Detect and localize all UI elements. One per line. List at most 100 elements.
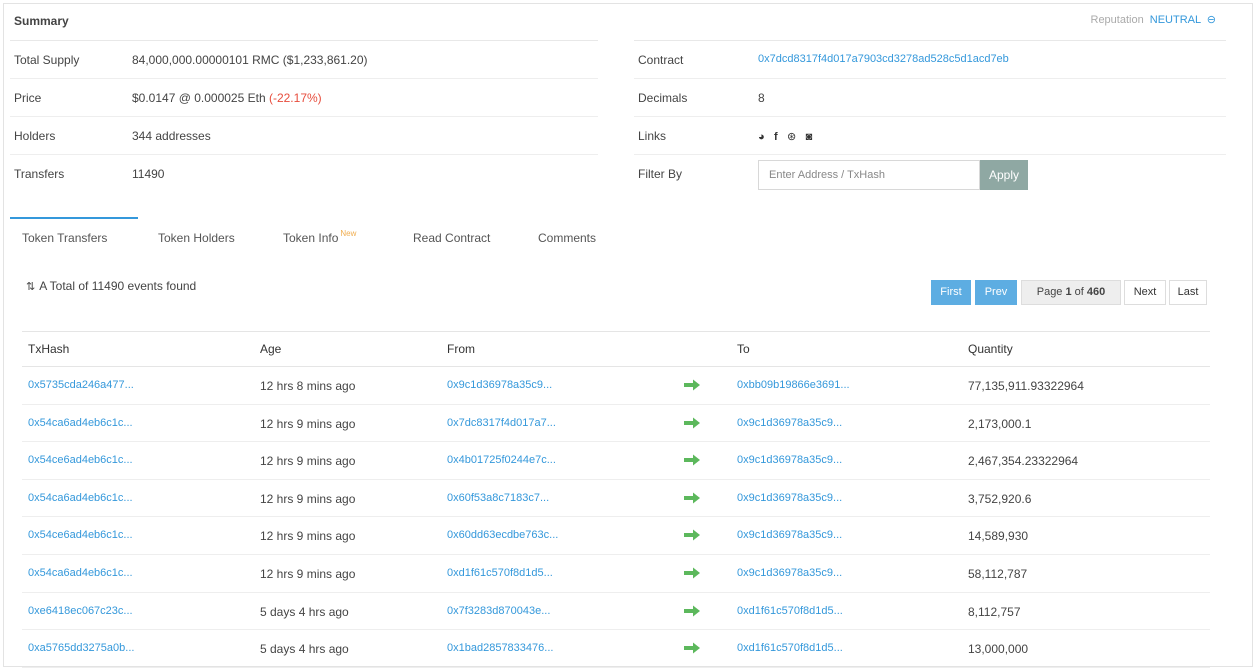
tab-token-info[interactable]: Token Info New [283, 229, 357, 245]
links-row: Links ◕ f ⊛ ◙ [634, 117, 1226, 155]
txhash-link[interactable]: 0xe6418ec067c23c... [28, 605, 133, 617]
to-address-link[interactable]: 0x9c1d36978a35c9... [737, 492, 842, 504]
to-address-link[interactable]: 0xbb09b19866e3691... [737, 379, 850, 391]
total-supply-label: Total Supply [14, 53, 80, 67]
next-page-button[interactable]: Next [1124, 280, 1166, 305]
age-cell: 12 hrs 8 mins ago [260, 379, 356, 393]
to-address-link[interactable]: 0xd1f61c570f8d1d5... [737, 605, 843, 617]
reputation-value[interactable]: NEUTRAL [1150, 14, 1201, 26]
price-label: Price [14, 91, 42, 105]
age-cell: 12 hrs 9 mins ago [260, 454, 356, 469]
table-row: 0x5735cda246a477... 12 hrs 8 mins ago 0x… [22, 367, 1210, 405]
to-address-link[interactable]: 0x9c1d36978a35c9... [737, 417, 842, 429]
facebook-icon[interactable]: f [774, 131, 778, 143]
tab-token-transfers[interactable]: Token Transfers [22, 231, 107, 245]
arrow-right-icon [684, 605, 700, 617]
decimals-label: Decimals [638, 91, 688, 105]
links-icons: ◕ f ⊛ ◙ [758, 129, 818, 143]
from-address-link[interactable]: 0x9c1d36978a35c9... [447, 379, 552, 391]
new-badge: New [340, 229, 357, 238]
summary-left-panel: Total Supply 84,000,000.00000101 RMC ($1… [10, 41, 598, 193]
table-row: 0x54ce6ad4eb6c1c... 12 hrs 9 mins ago 0x… [22, 442, 1210, 480]
tab-read-contract[interactable]: Read Contract [413, 231, 490, 245]
first-page-button[interactable]: First [931, 280, 971, 305]
table-row: 0xe6418ec067c23c... 5 days 4 hrs ago 0x7… [22, 593, 1210, 631]
contract-address-link[interactable]: 0x7dcd8317f4d017a7903cd3278ad528c5d1acd7… [758, 53, 1009, 65]
age-cell: 5 days 4 hrs ago [260, 642, 349, 657]
from-address-link[interactable]: 0x7f3283d870043e... [447, 605, 550, 617]
quantity-cell: 14,589,930 [968, 529, 1029, 544]
from-address-link[interactable]: 0x60dd63ecdbe763c... [447, 529, 558, 541]
age-cell: 12 hrs 9 mins ago [260, 491, 356, 506]
reputation: Reputation NEUTRAL ⊖ [1091, 13, 1217, 26]
quantity-cell: 2,467,354.23322964 [968, 454, 1079, 469]
to-address-link[interactable]: 0x9c1d36978a35c9... [737, 454, 842, 466]
to-address-link[interactable]: 0xd1f61c570f8d1d5... [737, 642, 843, 654]
transfers-label: Transfers [14, 167, 65, 181]
holders-value: 344 addresses [132, 129, 211, 143]
holders-row: Holders 344 addresses [10, 117, 598, 155]
from-address-link[interactable]: 0x7dc8317f4d017a7... [447, 417, 556, 429]
from-address-link[interactable]: 0x4b01725f0244e7c... [447, 454, 556, 466]
age-cell: 5 days 4 hrs ago [260, 604, 349, 619]
info-circle-icon[interactable]: ⊖ [1207, 14, 1216, 26]
arrow-right-icon [684, 417, 700, 429]
from-address-link[interactable]: 0x1bad2857833476... [447, 642, 553, 654]
page-indicator: Page 1 of 460 [1021, 280, 1121, 305]
txhash-link[interactable]: 0x5735cda246a477... [28, 379, 134, 391]
to-address-link[interactable]: 0x9c1d36978a35c9... [737, 567, 842, 579]
from-address-link[interactable]: 0x60f53a8c7183c7... [447, 492, 549, 504]
price-row: Price $0.0147 @ 0.000025 Eth (-22.17%) [10, 79, 598, 117]
table-body: 0x5735cda246a477... 12 hrs 8 mins ago 0x… [22, 367, 1210, 668]
total-supply-value: 84,000,000.00000101 RMC ($1,233,861.20) [132, 53, 368, 67]
tab-token-info-label: Token Info [283, 231, 339, 245]
quantity-cell: 3,752,920.6 [968, 491, 1032, 506]
globe-icon[interactable]: ◕ [758, 131, 765, 143]
txhash-link[interactable]: 0x54ce6ad4eb6c1c... [28, 454, 133, 466]
sort-icon: ⇅ [26, 281, 36, 293]
txhash-link[interactable]: 0x54ca6ad4eb6c1c... [28, 417, 133, 429]
age-cell: 12 hrs 9 mins ago [260, 566, 356, 581]
total-pages: 460 [1086, 286, 1106, 298]
token-page-frame: Summary Reputation NEUTRAL ⊖ Total Suppl… [3, 3, 1253, 668]
reputation-label: Reputation [1090, 14, 1144, 26]
filter-address-input[interactable] [758, 160, 980, 190]
total-events-text: A Total of 11490 events found [39, 279, 197, 293]
quantity-cell: 77,135,911.93322964 [968, 379, 1084, 393]
table-row: 0x54ca6ad4eb6c1c... 12 hrs 9 mins ago 0x… [22, 480, 1210, 518]
txhash-link[interactable]: 0x54ce6ad4eb6c1c... [28, 529, 133, 541]
price-main: $0.0147 @ 0.000025 Eth [132, 91, 266, 105]
txhash-link[interactable]: 0x54ca6ad4eb6c1c... [28, 492, 133, 504]
price-change: (-22.17%) [268, 91, 322, 105]
price-value: $0.0147 @ 0.000025 Eth (-22.17%) [132, 91, 322, 105]
header-from: From [447, 342, 475, 356]
transfers-row: Transfers 11490 [10, 155, 598, 193]
arrow-right-icon [684, 642, 700, 654]
page-prefix: Page [1036, 286, 1066, 298]
to-address-link[interactable]: 0x9c1d36978a35c9... [737, 529, 842, 541]
arrow-right-icon [684, 529, 700, 541]
active-tab-indicator [10, 217, 138, 219]
header-quantity: Quantity [968, 342, 1013, 356]
transfers-value: 11490 [132, 167, 165, 181]
filter-label: Filter By [638, 167, 683, 181]
summary-title: Summary [14, 14, 69, 28]
header-age: Age [260, 342, 282, 356]
txhash-link[interactable]: 0xa5765dd3275a0b... [28, 642, 134, 654]
reddit-icon[interactable]: ⊛ [787, 130, 796, 143]
from-address-link[interactable]: 0xd1f61c570f8d1d5... [447, 567, 553, 579]
tab-comments[interactable]: Comments [538, 231, 596, 245]
decimals-value: 8 [758, 91, 765, 105]
apply-button[interactable]: Apply [980, 160, 1028, 190]
prev-page-button[interactable]: Prev [975, 280, 1017, 305]
page-of: of [1071, 286, 1087, 298]
arrow-right-icon [684, 379, 700, 391]
last-page-button[interactable]: Last [1169, 280, 1207, 305]
quantity-cell: 58,112,787 [968, 566, 1028, 581]
github-icon[interactable]: ◙ [806, 131, 813, 143]
table-row: 0xa5765dd3275a0b... 5 days 4 hrs ago 0x1… [22, 630, 1210, 668]
holders-label: Holders [14, 129, 56, 143]
arrow-right-icon [684, 492, 700, 504]
tab-token-holders[interactable]: Token Holders [158, 231, 235, 245]
txhash-link[interactable]: 0x54ca6ad4eb6c1c... [28, 567, 133, 579]
